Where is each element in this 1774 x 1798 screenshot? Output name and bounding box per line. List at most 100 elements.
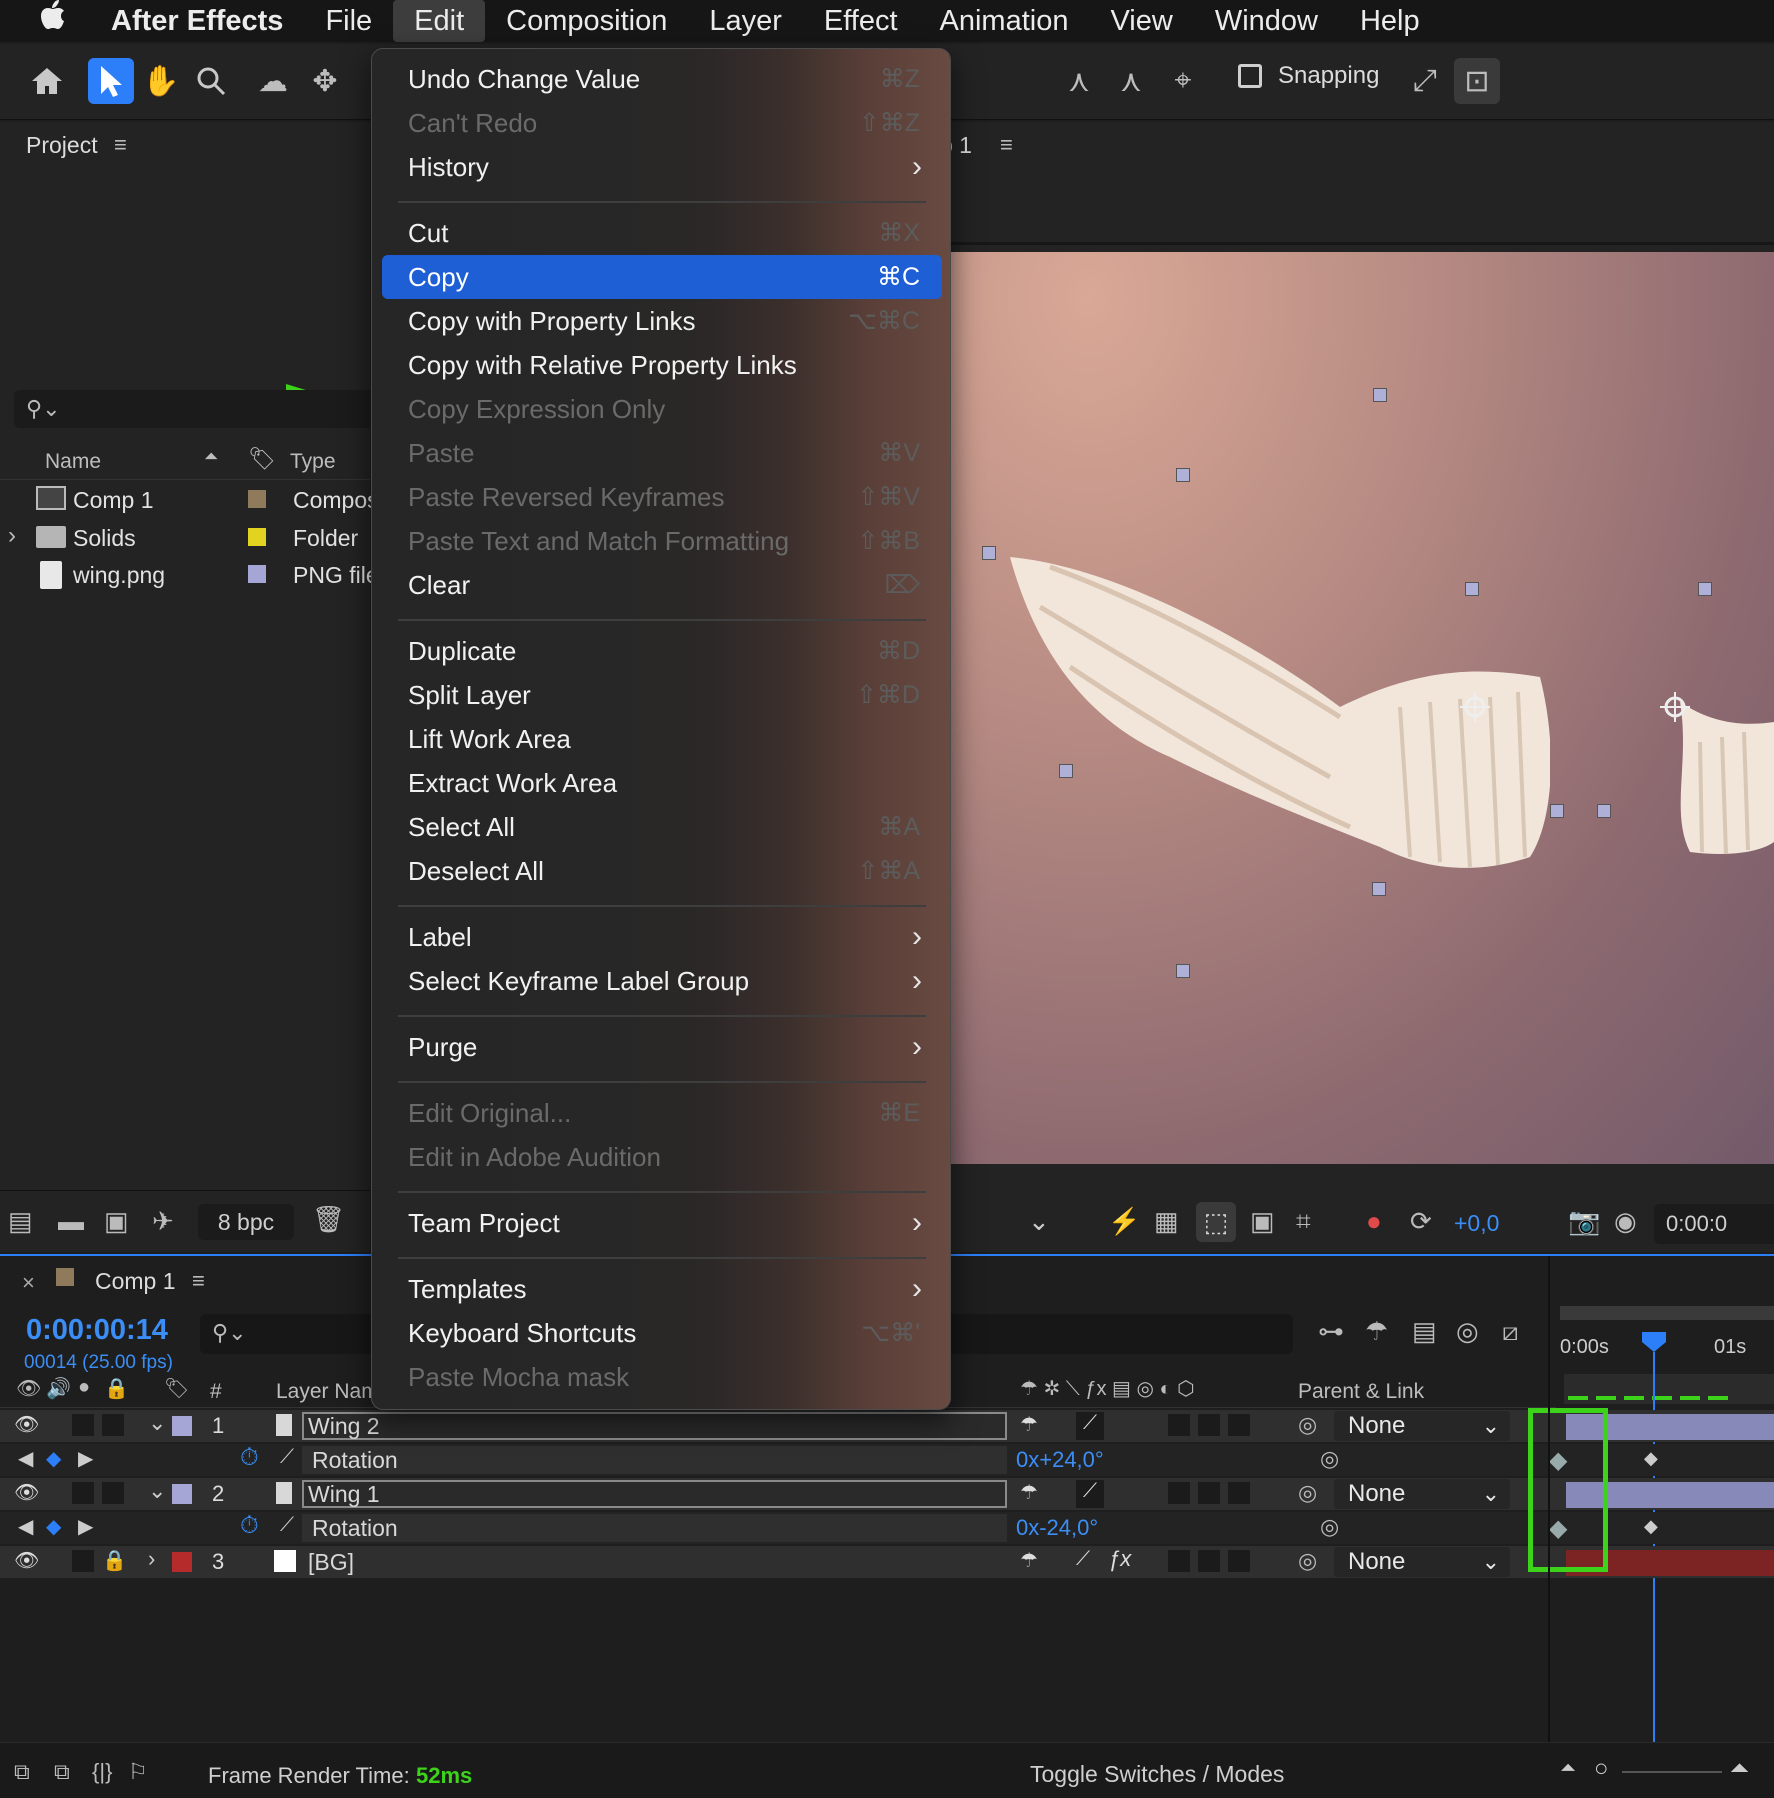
- timeline-comp-tab[interactable]: Comp 1: [95, 1268, 176, 1295]
- axis-local-icon[interactable]: ⋏: [1056, 58, 1102, 104]
- menu-item-duplicate[interactable]: Duplicate ⌘D: [382, 629, 942, 673]
- graph-editor-icon[interactable]: ⧄: [1502, 1316, 1519, 1348]
- region-of-interest-icon[interactable]: ▣: [1250, 1206, 1275, 1237]
- menu-help[interactable]: Help: [1339, 0, 1441, 42]
- label-tag-icon[interactable]: 🏷: [248, 446, 276, 472]
- visibility-toggle-icon[interactable]: 👁: [14, 1412, 39, 1437]
- previous-keyframe-icon[interactable]: ◀: [18, 1514, 33, 1539]
- graph-icon[interactable]: ⟋: [280, 1514, 294, 1537]
- add-keyframe-icon[interactable]: ◆: [46, 1446, 61, 1471]
- apple-menu-icon[interactable]: [0, 0, 90, 42]
- solo-toggle[interactable]: [72, 1482, 94, 1504]
- anchor-point-icon[interactable]: [1660, 692, 1690, 722]
- menu-item-team-project[interactable]: Team Project ›: [382, 1201, 942, 1245]
- new-composition-icon[interactable]: ▣: [104, 1206, 129, 1237]
- menu-item-copy-with-relative-property-links[interactable]: Copy with Relative Property Links: [382, 343, 942, 387]
- quality-switch-icon[interactable]: ⟋: [1076, 1480, 1104, 1508]
- snap-features-icon[interactable]: ⊡: [1454, 58, 1500, 104]
- menu-item-cut[interactable]: Cut ⌘X: [382, 211, 942, 255]
- pick-whip-icon[interactable]: ◎: [1298, 1412, 1317, 1438]
- visibility-toggle-icon[interactable]: 👁: [14, 1480, 39, 1505]
- grid-guides-icon[interactable]: ⌗: [1296, 1206, 1311, 1238]
- add-keyframe-icon[interactable]: ◆: [46, 1514, 61, 1539]
- expression-pick-whip-icon[interactable]: ◎: [1320, 1514, 1339, 1540]
- pan-camera-icon[interactable]: ✥: [302, 58, 348, 104]
- menu-item-keyboard-shortcuts[interactable]: Keyboard Shortcuts ⌥⌘': [382, 1311, 942, 1355]
- menu-item-copy-with-property-links[interactable]: Copy with Property Links ⌥⌘C: [382, 299, 942, 343]
- switch-box[interactable]: [1228, 1414, 1250, 1436]
- property-row[interactable]: ◀ ◆ ▶ ⏱ ⟋ Rotation 0x-24,0° ◎ ◆ ◆: [0, 1512, 1774, 1544]
- motion-path-point[interactable]: [1698, 582, 1712, 596]
- rotation-value[interactable]: 0x+24,0°: [1016, 1447, 1104, 1473]
- parent-dropdown[interactable]: None ⌄: [1334, 1479, 1510, 1509]
- parent-dropdown[interactable]: None ⌄: [1334, 1547, 1510, 1577]
- project-item[interactable]: Comp 1 Compos: [0, 484, 379, 516]
- previous-keyframe-icon[interactable]: ◀: [18, 1446, 33, 1471]
- zoom-slider-knob[interactable]: ○: [1594, 1755, 1609, 1783]
- menu-window[interactable]: Window: [1194, 0, 1339, 42]
- parent-dropdown[interactable]: None ⌄: [1334, 1411, 1510, 1441]
- project-item[interactable]: › Solids Folder: [0, 522, 370, 554]
- home-icon[interactable]: [24, 58, 70, 104]
- menu-effect[interactable]: Effect: [803, 0, 919, 42]
- switch-box[interactable]: [1228, 1482, 1250, 1504]
- snapshot-camera-icon[interactable]: 📷: [1568, 1206, 1600, 1237]
- solo-column-icon[interactable]: ●: [78, 1376, 90, 1399]
- expand-arrow-icon[interactable]: ›: [148, 1546, 155, 1572]
- switch-box[interactable]: [1168, 1550, 1190, 1572]
- menu-item-label-submenu[interactable]: Label ›: [382, 915, 942, 959]
- menu-item-select-all[interactable]: Select All ⌘A: [382, 805, 942, 849]
- zoom-slider-track[interactable]: [1622, 1771, 1722, 1773]
- menu-item-select-keyframe-label-group[interactable]: Select Keyframe Label Group ›: [382, 959, 942, 1003]
- stopwatch-icon[interactable]: ⏱: [240, 1512, 259, 1540]
- solo-toggle[interactable]: [72, 1414, 94, 1436]
- composition-canvas[interactable]: [940, 252, 1774, 1164]
- anchor-point-icon[interactable]: [1460, 692, 1490, 722]
- visibility-column-icon[interactable]: 👁: [16, 1376, 41, 1401]
- shy-switch-icon[interactable]: ☂: [1020, 1412, 1038, 1437]
- layer-switches-icon[interactable]: ⧉: [14, 1759, 30, 1785]
- sort-ascending-icon[interactable]: ⏶: [204, 446, 218, 467]
- layer-label-swatch[interactable]: [172, 1552, 192, 1572]
- menu-item-purge[interactable]: Purge ›: [382, 1025, 942, 1069]
- viewer-timecode[interactable]: 0:00:0: [1654, 1204, 1774, 1244]
- show-snapshot-icon[interactable]: ◉: [1614, 1206, 1637, 1237]
- toggle-switches-modes[interactable]: Toggle Switches / Modes: [1030, 1761, 1284, 1788]
- hand-tool-icon[interactable]: ✋: [138, 58, 184, 104]
- composition-mini-flowchart-icon[interactable]: ⊶: [1318, 1316, 1344, 1347]
- menu-item-templates[interactable]: Templates ›: [382, 1267, 942, 1311]
- shy-layers-icon[interactable]: ☂: [1365, 1316, 1388, 1347]
- property-row[interactable]: ◀ ◆ ▶ ⏱ ⟋ Rotation 0x+24,0° ◎ ◆ ◆: [0, 1444, 1774, 1476]
- channels-icon[interactable]: ●: [1366, 1206, 1382, 1237]
- motion-path-point[interactable]: [1373, 388, 1387, 402]
- lock-toggle[interactable]: [102, 1482, 124, 1504]
- layer-name-column[interactable]: Layer Nam: [276, 1380, 379, 1404]
- keyframe-icon[interactable]: ◆: [1644, 1448, 1658, 1469]
- menu-item-clear[interactable]: Clear ⌦: [382, 563, 942, 607]
- switch-box[interactable]: [1168, 1482, 1190, 1504]
- menu-edit[interactable]: Edit: [393, 0, 486, 42]
- reset-exposure-icon[interactable]: ⟳: [1410, 1206, 1432, 1237]
- layer-label-swatch[interactable]: [172, 1484, 192, 1504]
- column-type[interactable]: Type: [290, 450, 336, 474]
- motion-path-point[interactable]: [982, 546, 996, 560]
- switch-box[interactable]: [1198, 1482, 1220, 1504]
- rotation-value[interactable]: 0x-24,0°: [1016, 1515, 1098, 1541]
- visibility-toggle-icon[interactable]: 👁: [14, 1548, 39, 1573]
- expand-arrow-icon[interactable]: ›: [8, 522, 16, 550]
- transparency-grid-icon[interactable]: ▦: [1154, 1206, 1179, 1237]
- render-icon[interactable]: ✈: [152, 1206, 174, 1237]
- effects-switch-icon[interactable]: ƒx: [1108, 1546, 1131, 1572]
- next-keyframe-icon[interactable]: ▶: [78, 1514, 93, 1539]
- collapse-arrow-icon[interactable]: ⌄: [148, 1410, 166, 1436]
- lock-toggle[interactable]: [102, 1414, 124, 1436]
- viewer-menu-icon[interactable]: ≡: [1000, 132, 1013, 158]
- bit-depth-button[interactable]: 8 bpc: [198, 1204, 294, 1240]
- stopwatch-icon[interactable]: ⏱: [240, 1444, 259, 1472]
- project-item[interactable]: wing.png PNG file: [0, 559, 379, 591]
- work-area-bar[interactable]: [1560, 1306, 1774, 1320]
- parent-link-column[interactable]: Parent & Link: [1298, 1380, 1424, 1404]
- menu-item-history[interactable]: History ›: [382, 145, 942, 189]
- motion-path-point[interactable]: [1176, 964, 1190, 978]
- menu-item-lift-work-area[interactable]: Lift Work Area: [382, 717, 942, 761]
